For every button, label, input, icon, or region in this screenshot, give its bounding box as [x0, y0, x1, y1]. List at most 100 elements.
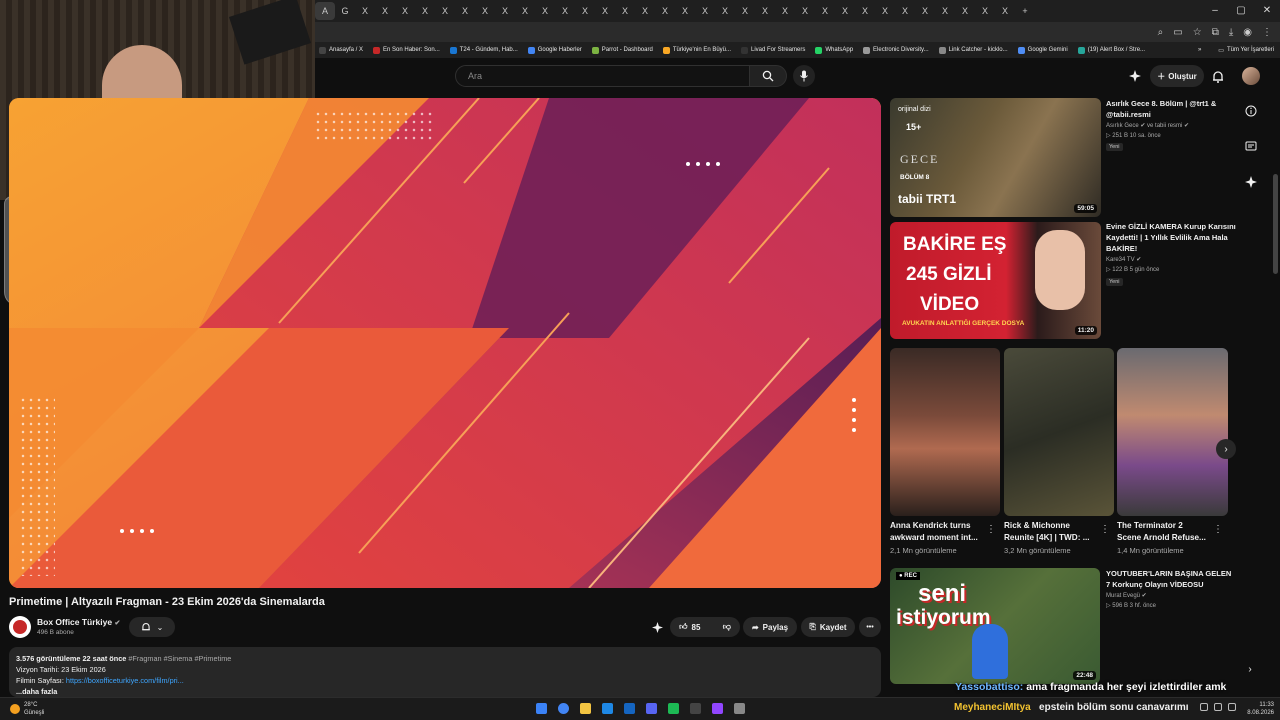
recommendation-thumbnail[interactable]: orijinal dizi 15+ GECE BÖLÜM 8 tabii TRT… [890, 98, 1101, 217]
recommendation-thumbnail[interactable]: BAKİRE EŞ 245 GİZLİ VİDEO AVUKATIN ANLAT… [890, 222, 1101, 339]
download-icon[interactable]: ⤓ [1229, 27, 1233, 38]
bookmark-item[interactable]: Livad For Streamers [741, 46, 805, 54]
recommendation-title[interactable]: Asırlık Gece 8. Bölüm | @trt1 & @tabii.re… [1106, 98, 1216, 120]
taskbar-app-icon[interactable] [710, 700, 725, 717]
recommendation-title[interactable]: YOUTUBER'LARIN BAŞINA GELEN 7 Korkunç Ola… [1106, 568, 1231, 590]
extensions-icon[interactable]: ⧉ [1212, 27, 1219, 38]
recommendation-channel[interactable]: Kare34 TV ✔ [1106, 255, 1141, 265]
bookmark-item[interactable]: Türkiye'nin En Büyü... [662, 46, 731, 54]
browser-tab[interactable]: X [415, 2, 435, 20]
bookmark-item[interactable]: WhatsApp [815, 46, 853, 54]
bookmark-item[interactable]: (19) Alert Box / Stre... [1077, 46, 1145, 54]
new-tab-button[interactable]: + [1015, 2, 1035, 20]
recommendation-channel[interactable]: Murat Evegü ✔ [1106, 591, 1147, 601]
browser-tab[interactable]: X [375, 2, 395, 20]
short-menu-icon[interactable]: ⋮ [1213, 524, 1223, 535]
bookmark-item[interactable]: Electronic Diversity... [863, 46, 929, 54]
dislike-button[interactable]: 👎︎ [723, 622, 731, 632]
bookmark-item[interactable]: T24 - Gündem, Hab... [449, 46, 518, 54]
browser-tab[interactable]: X [555, 2, 575, 20]
taskbar-app-icon[interactable] [556, 700, 571, 717]
page-next-button[interactable]: › [1240, 659, 1260, 679]
browser-tab[interactable]: X [915, 2, 935, 20]
create-button[interactable]: ＋ Oluştur [1150, 65, 1204, 87]
browser-tab[interactable]: X [715, 2, 735, 20]
bookmarks-more-icon[interactable]: » [1198, 47, 1201, 53]
browser-tab[interactable]: X [855, 2, 875, 20]
browser-tab[interactable]: X [875, 2, 895, 20]
bookmark-item[interactable]: Parrot - Dashboard [591, 46, 653, 54]
recommendation-channel[interactable]: Asırlık Gece ✔ ve tabii resmi ✔ [1106, 121, 1189, 131]
video-description[interactable]: 3.576 görüntüleme 22 saat önce #Fragman … [9, 647, 881, 697]
short-title[interactable]: Anna Kendrick turns awkward moment int... [890, 520, 988, 544]
weather-widget[interactable]: 28°C Güneşli [10, 701, 44, 717]
browser-tab[interactable]: X [935, 2, 955, 20]
taskbar-app-icon[interactable] [534, 700, 549, 717]
notifications-button[interactable] [1210, 68, 1226, 84]
browser-tab[interactable]: X [455, 2, 475, 20]
browser-tab[interactable]: X [635, 2, 655, 20]
browser-tab[interactable]: G [335, 2, 355, 20]
browser-tab[interactable]: X [355, 2, 375, 20]
voice-search-button[interactable] [793, 65, 815, 87]
bookmark-item[interactable]: Google Haberler [527, 46, 582, 54]
browser-tab[interactable]: X [775, 2, 795, 20]
browser-tab[interactable]: X [475, 2, 495, 20]
ask-button[interactable] [647, 617, 667, 637]
bookmark-item[interactable]: Link Catcher - kicklo... [938, 46, 1008, 54]
taskbar-app-icon[interactable] [600, 700, 615, 717]
browser-tab[interactable]: X [695, 2, 715, 20]
browser-tab[interactable]: X [595, 2, 615, 20]
short-thumbnail[interactable] [890, 348, 1000, 516]
save-button[interactable]: ⎘ Kaydet [801, 617, 855, 637]
browser-tab[interactable]: X [755, 2, 775, 20]
page-scrollbar[interactable] [1273, 64, 1278, 696]
taskbar-app-icon[interactable] [578, 700, 593, 717]
bookmark-item[interactable]: Google Gemini [1017, 46, 1068, 54]
gemini-icon[interactable] [1127, 68, 1143, 84]
maximize-button[interactable]: ▢ [1228, 0, 1254, 20]
battery-icon[interactable] [1228, 703, 1236, 711]
browser-tab[interactable]: X [655, 2, 675, 20]
short-title[interactable]: Rick & Michonne Reunite [4K] | TWD: ... [1004, 520, 1102, 544]
info-icon[interactable] [1240, 100, 1262, 122]
profile-icon[interactable]: ◉ [1243, 27, 1252, 38]
search-input[interactable]: Ara [455, 65, 750, 87]
browser-tab[interactable]: X [575, 2, 595, 20]
short-menu-icon[interactable]: ⋮ [986, 524, 996, 535]
browser-tab[interactable]: X [515, 2, 535, 20]
short-menu-icon[interactable]: ⋮ [1100, 524, 1110, 535]
browser-tab[interactable]: X [815, 2, 835, 20]
taskbar-app-icon[interactable] [688, 700, 703, 717]
short-title[interactable]: The Terminator 2 Scene Arnold Refuse... [1117, 520, 1215, 544]
channel-avatar[interactable] [9, 616, 31, 638]
system-clock[interactable]: 11:33 8.08.2026 [1247, 701, 1274, 717]
browser-tab[interactable]: X [895, 2, 915, 20]
share-button[interactable]: ➦ Paylaş [743, 617, 797, 637]
all-bookmarks-link[interactable]: Tüm Yer İşaretleri [1227, 47, 1274, 53]
browser-tab[interactable]: X [615, 2, 635, 20]
recommendation-title[interactable]: Evine GİZLİ KAMERA Kurup Karısını Kaydett… [1106, 221, 1236, 254]
search-button[interactable] [749, 65, 787, 87]
short-thumbnail[interactable] [1004, 348, 1114, 516]
video-player[interactable] [9, 98, 881, 588]
taskbar-app-icon[interactable] [666, 700, 681, 717]
recommendation-thumbnail[interactable]: ● REC seni istiyorum 22:48 [890, 568, 1100, 684]
browser-tab[interactable]: X [995, 2, 1015, 20]
browser-tab[interactable]: X [675, 2, 695, 20]
taskbar-app-icon[interactable] [732, 700, 747, 717]
chat-icon[interactable] [1240, 136, 1262, 158]
browser-tab[interactable]: X [735, 2, 755, 20]
like-button[interactable]: 👍︎ 85 [679, 622, 700, 632]
taskbar-app-icon[interactable] [622, 700, 637, 717]
browser-tab[interactable]: X [495, 2, 515, 20]
hashtags[interactable]: #Fragman #Sinema #Primetime [128, 654, 231, 663]
account-avatar[interactable] [1242, 67, 1260, 85]
bookmark-item[interactable]: En Son Haber: Son... [373, 46, 440, 54]
channel-name[interactable]: Box Office Türkiye ✔ [37, 617, 120, 627]
volume-icon[interactable] [1214, 703, 1222, 711]
zoom-icon[interactable]: ⌕ [1158, 27, 1164, 38]
browser-tab[interactable]: X [795, 2, 815, 20]
film-page-link[interactable]: https://boxofficeturkiye.com/film/pri... [66, 676, 184, 685]
menu-icon[interactable]: ⋮ [1262, 27, 1272, 38]
